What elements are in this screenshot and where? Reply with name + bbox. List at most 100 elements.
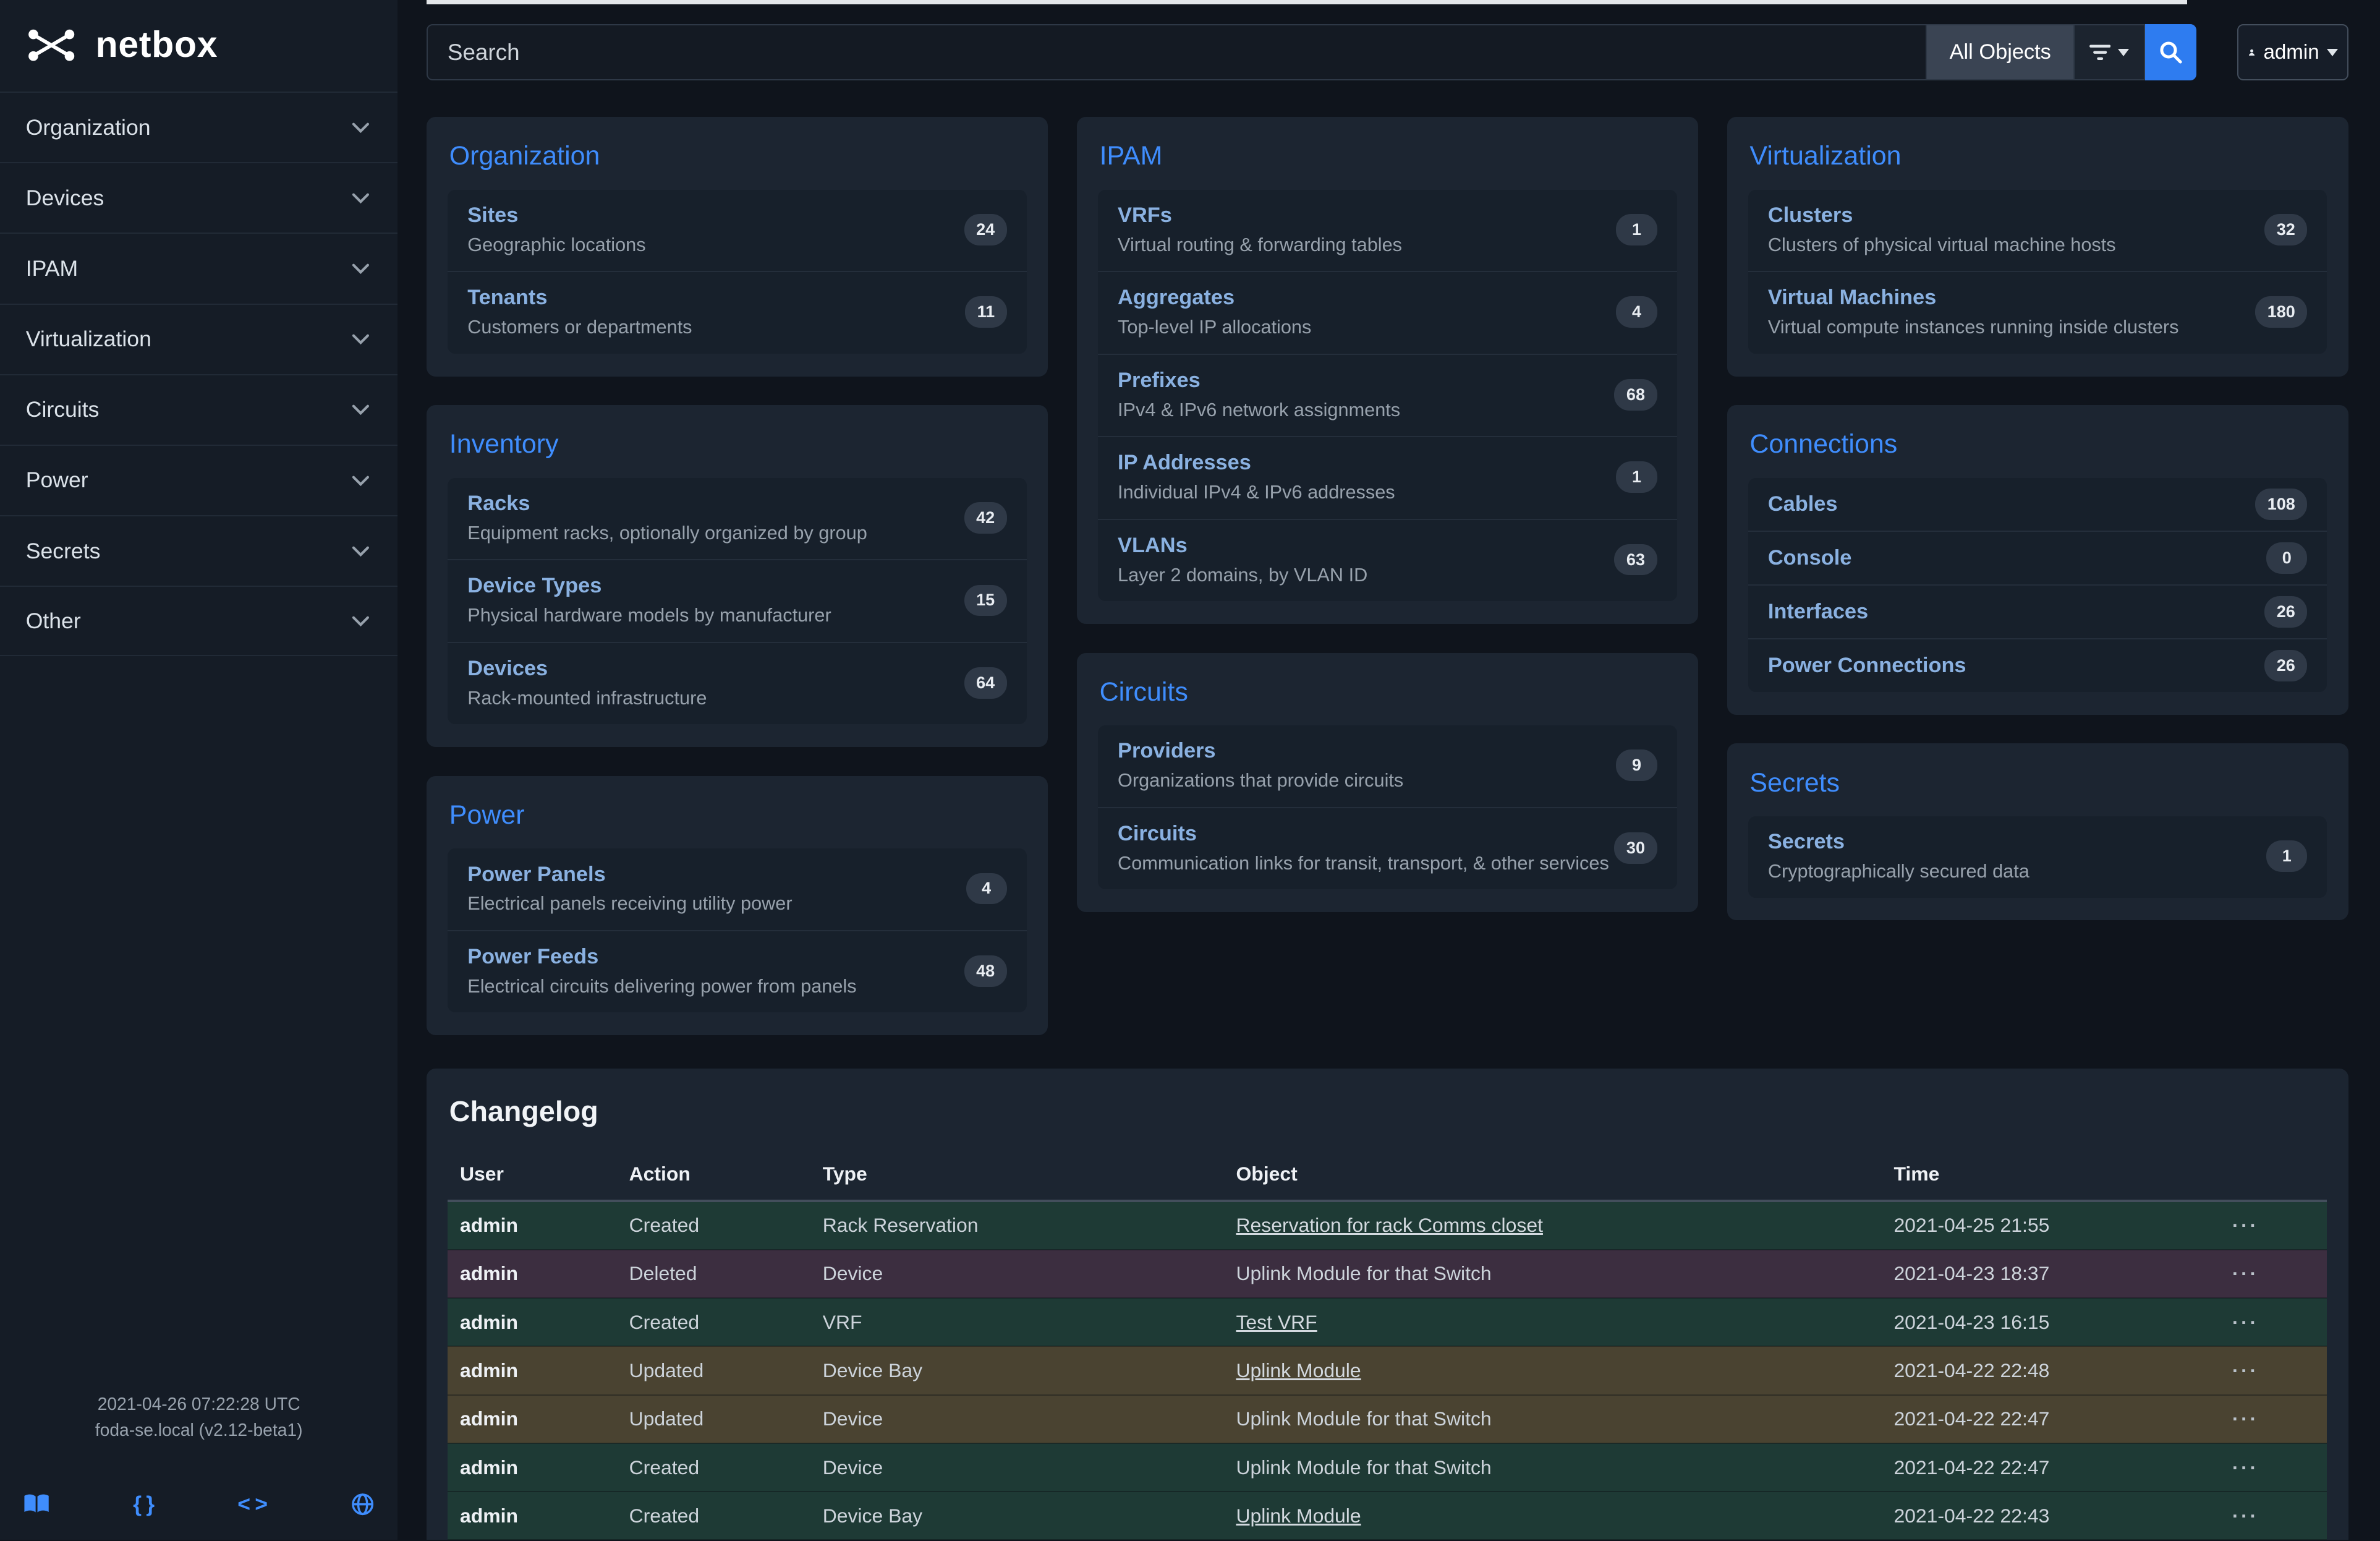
card-item-count-badge[interactable]: 63: [1614, 544, 1657, 576]
sidebar-item-label: Devices: [26, 186, 104, 211]
card-item-count-badge[interactable]: 4: [1616, 296, 1657, 328]
card-item-link[interactable]: Circuits: [1118, 822, 1609, 846]
changelog-time: 2021-04-22 22:47: [1882, 1395, 2211, 1443]
card-item-count-badge[interactable]: 108: [2255, 489, 2307, 520]
card-item-link[interactable]: Interfaces: [1768, 600, 1868, 624]
brand-logo[interactable]: netbox: [0, 0, 397, 92]
card-item-count-badge[interactable]: 0: [2266, 542, 2307, 574]
changelog-row-menu-button[interactable]: ···: [2211, 1492, 2327, 1540]
card-item-count-badge[interactable]: 1: [2266, 840, 2307, 872]
search-submit-button[interactable]: [2145, 24, 2196, 80]
card-item-power-feeds[interactable]: Power FeedsElectrical circuits deliverin…: [448, 931, 1026, 1012]
changelog-object-link[interactable]: Uplink Module: [1236, 1505, 1361, 1527]
card-item-count-badge[interactable]: 30: [1614, 832, 1657, 864]
changelog-object-link[interactable]: Uplink Module: [1236, 1359, 1361, 1381]
card-item-device-types[interactable]: Device TypesPhysical hardware models by …: [448, 560, 1026, 642]
search-filter-dropdown[interactable]: [2073, 24, 2144, 80]
card-item-secrets[interactable]: SecretsCryptographically secured data 1: [1748, 816, 2327, 897]
card-item-link[interactable]: VLANs: [1118, 534, 1367, 558]
changelog-object-link[interactable]: Reservation for rack Comms closet: [1236, 1214, 1542, 1236]
card-item-link[interactable]: VRFs: [1118, 203, 1402, 228]
code-brackets-icon[interactable]: < >: [237, 1492, 268, 1517]
card-item-link[interactable]: Secrets: [1768, 830, 2029, 854]
card-item-count-badge[interactable]: 26: [2264, 596, 2307, 628]
card-item-link[interactable]: Sites: [467, 203, 645, 228]
card-item-vrfs[interactable]: VRFsVirtual routing & forwarding tables1: [1098, 190, 1677, 272]
changelog-row-menu-button[interactable]: ···: [2211, 1298, 2327, 1346]
sidebar-item-secrets[interactable]: Secrets: [0, 515, 397, 586]
card-item-console[interactable]: Console 0: [1748, 532, 2327, 586]
changelog-row-menu-button[interactable]: ···: [2211, 1250, 2327, 1298]
card-item-link[interactable]: Devices: [467, 657, 707, 681]
sidebar-item-devices[interactable]: Devices: [0, 162, 397, 233]
sidebar-item-ipam[interactable]: IPAM: [0, 233, 397, 303]
docs-book-icon[interactable]: [23, 1493, 50, 1514]
card-item-count-badge[interactable]: 32: [2264, 214, 2307, 245]
card-item-count-badge[interactable]: 1: [1616, 214, 1657, 245]
card-item-interfaces[interactable]: Interfaces 26: [1748, 586, 2327, 639]
sidebar-item-virtualization[interactable]: Virtualization: [0, 304, 397, 374]
card-item-link[interactable]: Providers: [1118, 739, 1403, 763]
globe-icon[interactable]: [351, 1492, 375, 1516]
card-item-link[interactable]: Power Feeds: [467, 945, 856, 969]
changelog-row-menu-button[interactable]: ···: [2211, 1201, 2327, 1250]
changelog-row-menu-button[interactable]: ···: [2211, 1346, 2327, 1394]
card-item-link[interactable]: IP Addresses: [1118, 451, 1395, 475]
search-input[interactable]: [427, 24, 1927, 80]
card-item-providers[interactable]: ProvidersOrganizations that provide circ…: [1098, 725, 1677, 808]
sidebar-footer: 2021-04-26 07:22:28 UTC foda-se.local (v…: [0, 1391, 397, 1540]
card-item-count-badge[interactable]: 42: [964, 502, 1007, 534]
card-item-count-badge[interactable]: 24: [964, 214, 1007, 245]
card-item-link[interactable]: Racks: [467, 492, 867, 516]
card-item-aggregates[interactable]: AggregatesTop-level IP allocations4: [1098, 272, 1677, 354]
changelog-row-menu-button[interactable]: ···: [2211, 1395, 2327, 1443]
card-item-count-badge[interactable]: 15: [964, 585, 1007, 617]
card-item-link[interactable]: Aggregates: [1118, 286, 1311, 310]
card-item-link[interactable]: Cables: [1768, 492, 1838, 516]
card-item-link[interactable]: Tenants: [467, 286, 692, 310]
sidebar-item-other[interactable]: Other: [0, 586, 397, 656]
card-item-devices[interactable]: DevicesRack-mounted infrastructure64: [448, 643, 1026, 724]
card-item-count-badge[interactable]: 64: [964, 667, 1007, 699]
chevron-down-icon: [349, 328, 372, 351]
sidebar-item-power[interactable]: Power: [0, 445, 397, 515]
card-item-link[interactable]: Power Panels: [467, 863, 792, 887]
user-menu-button[interactable]: admin: [2237, 24, 2348, 80]
card-item-count-badge[interactable]: 11: [965, 296, 1007, 328]
card-item-count-badge[interactable]: 4: [966, 873, 1007, 905]
card-item-tenants[interactable]: TenantsCustomers or departments11: [448, 272, 1026, 353]
changelog-row-menu-button[interactable]: ···: [2211, 1443, 2327, 1492]
card-item-count-badge[interactable]: 180: [2255, 296, 2307, 328]
card-item-link[interactable]: Device Types: [467, 574, 831, 598]
card-item-prefixes[interactable]: PrefixesIPv4 & IPv6 network assignments6…: [1098, 355, 1677, 437]
api-braces-icon[interactable]: { }: [133, 1492, 155, 1517]
sidebar-item-organization[interactable]: Organization: [0, 92, 397, 162]
card-item-link[interactable]: Prefixes: [1118, 369, 1400, 393]
card-item-count-badge[interactable]: 48: [964, 955, 1007, 987]
card-item-power-panels[interactable]: Power PanelsElectrical panels receiving …: [448, 848, 1026, 931]
card-item-text: Device TypesPhysical hardware models by …: [467, 574, 831, 626]
card-item-clusters[interactable]: ClustersClusters of physical virtual mac…: [1748, 190, 2327, 272]
card-item-link[interactable]: Power Connections: [1768, 654, 1966, 678]
card-item-power-connections[interactable]: Power Connections 26: [1748, 639, 2327, 692]
card-item-count-badge[interactable]: 26: [2264, 650, 2307, 681]
card-item-link[interactable]: Clusters: [1768, 203, 2116, 228]
card-item-count-badge[interactable]: 1: [1616, 461, 1657, 493]
card-item-sites[interactable]: SitesGeographic locations24: [448, 190, 1026, 272]
card-item-circuits[interactable]: CircuitsCommunication links for transit,…: [1098, 808, 1677, 889]
card-item-text: SecretsCryptographically secured data: [1768, 830, 2029, 882]
card-item-link[interactable]: Console: [1768, 546, 1852, 570]
card-item-link[interactable]: Virtual Machines: [1768, 286, 2179, 310]
card-item-ip-addresses[interactable]: IP AddressesIndividual IPv4 & IPv6 addre…: [1098, 437, 1677, 519]
changelog-object-link[interactable]: Test VRF: [1236, 1311, 1317, 1333]
card-item-vlans[interactable]: VLANsLayer 2 domains, by VLAN ID63: [1098, 520, 1677, 601]
brand-name: netbox: [96, 24, 218, 66]
changelog-action: Updated: [617, 1395, 810, 1443]
search-scope-button[interactable]: All Objects: [1926, 24, 2075, 80]
card-item-count-badge[interactable]: 68: [1614, 379, 1657, 411]
card-item-count-badge[interactable]: 9: [1616, 749, 1657, 781]
card-item-virtual-machines[interactable]: Virtual MachinesVirtual compute instance…: [1748, 272, 2327, 353]
card-item-cables[interactable]: Cables 108: [1748, 478, 2327, 532]
card-item-racks[interactable]: RacksEquipment racks, optionally organiz…: [448, 478, 1026, 560]
sidebar-item-circuits[interactable]: Circuits: [0, 374, 397, 445]
